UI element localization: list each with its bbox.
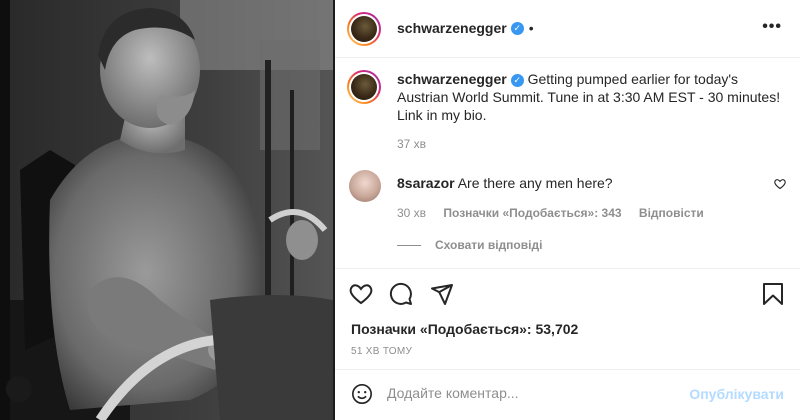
replies-divider xyxy=(397,245,421,247)
share-icon xyxy=(430,284,453,305)
author-username[interactable]: schwarzenegger xyxy=(397,20,507,36)
publish-button[interactable]: Опублікувати xyxy=(689,386,784,402)
more-options-icon[interactable]: ••• xyxy=(762,18,782,36)
commenter-username[interactable]: 8sarazor xyxy=(397,175,455,191)
comment-button[interactable] xyxy=(389,282,413,311)
verified-badge-icon: ✓ xyxy=(510,22,524,36)
post-side-panel: schwarzenegger ✓ • ••• schwarzenegger ✓ Get… xyxy=(335,0,800,420)
comment-time[interactable]: 30 хв xyxy=(397,206,426,220)
heart-icon xyxy=(349,284,373,305)
author-avatar[interactable] xyxy=(347,12,381,46)
comment-likes[interactable]: Позначки «Подобається»: 343 xyxy=(443,206,621,220)
post-time-ago[interactable]: 51 ХВ ТОМУ xyxy=(351,346,412,357)
hide-replies-label: Сховати відповіді xyxy=(435,238,543,252)
comment-icon xyxy=(390,282,413,305)
save-button[interactable] xyxy=(762,282,784,311)
reply-button[interactable]: Відповісти xyxy=(639,206,704,220)
post-photo xyxy=(0,0,335,420)
caption-time[interactable]: 37 хв xyxy=(397,137,426,151)
emoji-icon xyxy=(352,384,372,404)
comment-input[interactable] xyxy=(387,381,687,405)
like-button[interactable] xyxy=(349,282,373,311)
actions-divider xyxy=(335,268,800,269)
action-icons xyxy=(349,282,466,311)
post-dialog: schwarzenegger ✓ • ••• schwarzenegger ✓ Get… xyxy=(0,0,800,420)
caption-text: schwarzenegger ✓ Getting pumped earlier f… xyxy=(397,70,782,124)
gym-photo-image xyxy=(10,0,333,420)
caption-username[interactable]: schwarzenegger xyxy=(397,71,507,87)
post-header: schwarzenegger ✓ • ••• xyxy=(335,0,800,58)
comment-meta: 30 хв Позначки «Подобається»: 343 Відпов… xyxy=(397,206,718,220)
comment-text: 8sarazor Are there any men here? xyxy=(397,175,613,191)
photo-tag-indicator[interactable] xyxy=(6,376,32,402)
comment-like-heart-icon[interactable] xyxy=(774,178,786,190)
bookmark-icon xyxy=(763,283,783,305)
comment-body: Are there any men here? xyxy=(457,175,613,191)
commenter-avatar[interactable] xyxy=(349,170,381,202)
caption-author-avatar[interactable] xyxy=(347,70,381,104)
caption-verified-icon: ✓ xyxy=(510,73,524,87)
comment-box-divider xyxy=(335,369,800,370)
emoji-button[interactable] xyxy=(351,383,373,410)
header-separator: • xyxy=(528,20,534,36)
photo-border-left xyxy=(0,0,10,420)
header-user: schwarzenegger ✓ • xyxy=(397,20,534,38)
hide-replies-button[interactable]: Сховати відповіді xyxy=(397,238,542,252)
share-button[interactable] xyxy=(430,282,454,311)
post-likes[interactable]: Позначки «Подобається»: 53,702 xyxy=(351,321,578,337)
